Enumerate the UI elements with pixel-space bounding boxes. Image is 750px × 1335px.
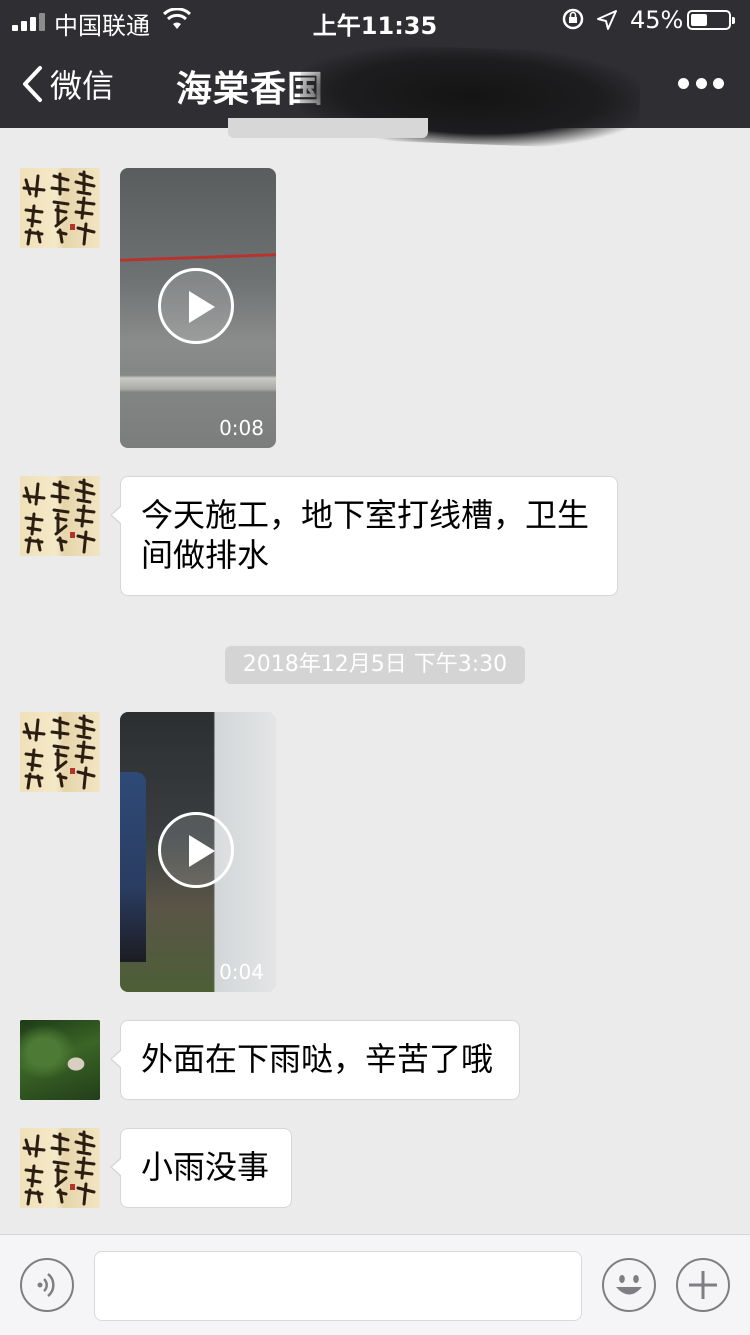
video-message[interactable]: 0:04 (120, 712, 276, 992)
calligraphy-artwork (22, 1130, 96, 1206)
text-message[interactable]: 外面在下雨哒，辛苦了哦 (110, 1020, 520, 1100)
emoji-button[interactable] (602, 1258, 656, 1312)
calligraphy-artwork (22, 170, 96, 246)
status-bar: 中国联通 上午11:35 45% (0, 0, 750, 40)
rotation-lock-icon (562, 8, 584, 30)
battery-icon (687, 10, 735, 30)
back-chevron-icon (23, 66, 42, 102)
text-message[interactable]: 今天施工，地下室打线槽，卫生间做排水 (110, 476, 618, 596)
play-icon (158, 268, 234, 344)
video-thumbnail-detail (120, 772, 146, 962)
text-message[interactable]: 小雨没事 (110, 1128, 292, 1208)
avatar-calligraphy[interactable] (20, 476, 100, 556)
avatar-calligraphy[interactable] (20, 712, 100, 792)
emoji-icon (616, 1275, 642, 1295)
plus-icon (689, 1271, 717, 1299)
timestamp-partial (228, 118, 428, 138)
calligraphy-artwork (22, 714, 96, 790)
message-input[interactable] (94, 1251, 582, 1321)
video-thumbnail-detail (120, 253, 276, 262)
timestamp-divider: 2018年12月5日 下午3:30 (225, 646, 525, 684)
input-bar (0, 1234, 750, 1335)
play-icon (158, 812, 234, 888)
chat-header: 中国联通 上午11:35 45% 微信 海棠香国 (0, 0, 750, 150)
voice-button[interactable] (20, 1258, 74, 1312)
voice-icon (37, 1273, 55, 1297)
video-duration: 0:08 (219, 416, 264, 440)
calligraphy-artwork (22, 478, 96, 554)
video-message[interactable]: 0:08 (120, 168, 276, 448)
location-icon (597, 10, 617, 30)
video-duration: 0:04 (219, 960, 264, 984)
battery-percent: 45% (630, 6, 684, 34)
back-button[interactable]: 微信 (20, 64, 115, 105)
back-label: 微信 (50, 67, 115, 105)
avatar-calligraphy[interactable] (20, 1128, 100, 1208)
avatar-calligraphy[interactable] (20, 168, 100, 248)
plus-button[interactable] (676, 1258, 730, 1312)
more-button[interactable] (678, 78, 724, 90)
more-icon (678, 78, 689, 89)
avatar-photo[interactable] (20, 1020, 100, 1100)
